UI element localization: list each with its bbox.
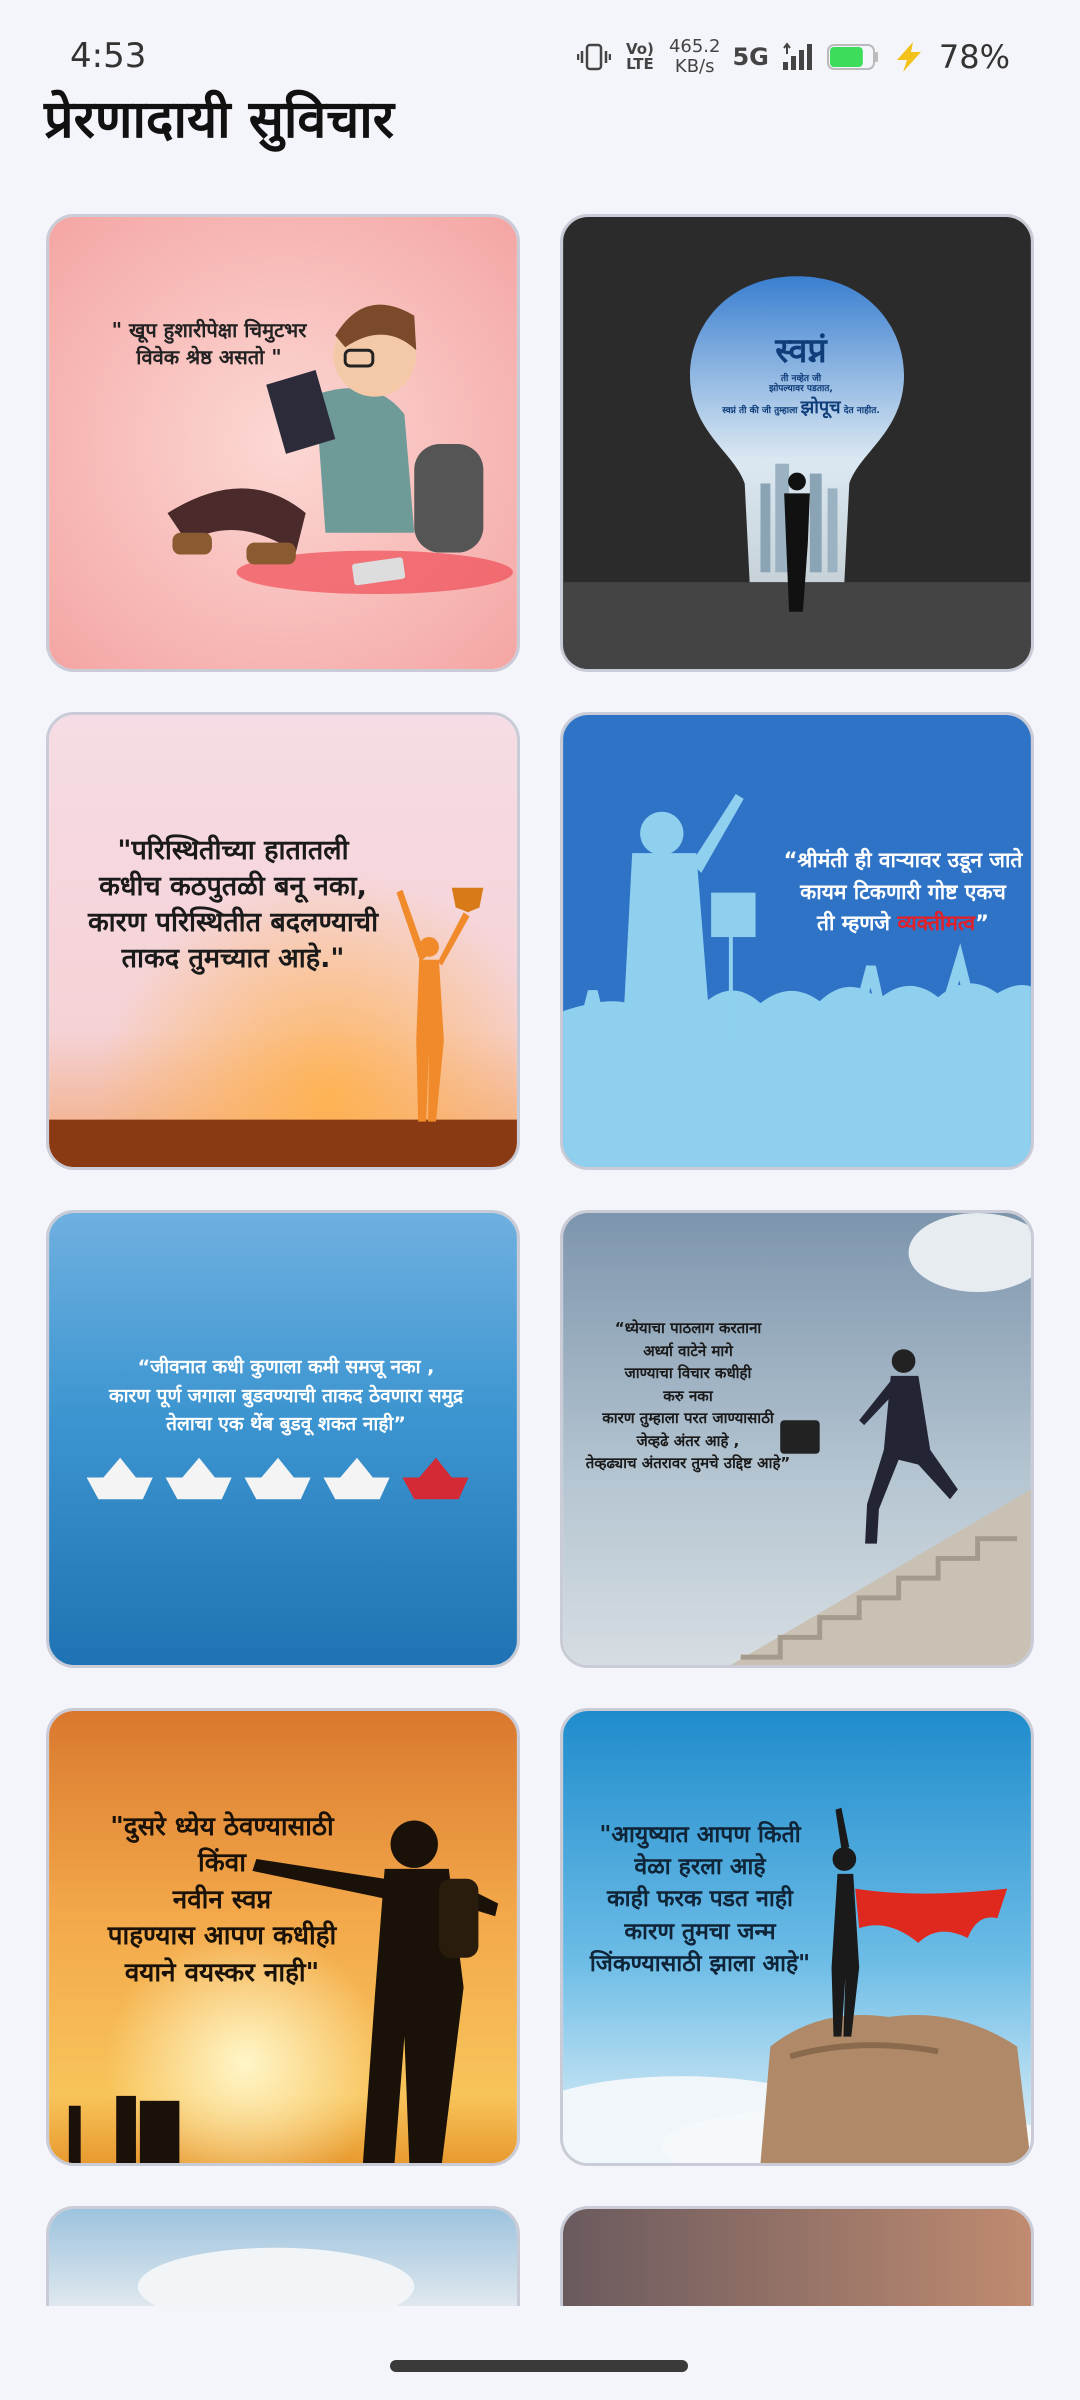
quote-card-2[interactable]: स्वप्नं ती नव्हेत जी झोपल्यावर पडतात, स्… xyxy=(560,214,1034,672)
quote-line: अर्ध्या वाटेने मागे xyxy=(643,1341,733,1360)
quote-line: वयाने वयस्कर नाही" xyxy=(124,1957,320,1988)
quote-line: कारण पूर्ण जगाला बुडवण्याची ताकद ठेवणारा… xyxy=(109,1384,463,1407)
quote-card-9[interactable] xyxy=(46,2206,520,2306)
quote-grid: " खूप हुशारीपेक्षा चिमुटभर विवेक श्रेष्ठ… xyxy=(46,214,1034,2166)
reading-boy-illustration xyxy=(49,217,517,669)
quote-line: नवीन स्वप्न xyxy=(172,1884,272,1915)
quote-line: करु नका xyxy=(663,1386,713,1405)
quote-line: ताकद तुमच्यात आहे." xyxy=(121,942,345,974)
quote-text: "आयुष्यात आपण किती वेळा हरला आहे काही फर… xyxy=(575,1819,825,1980)
quote-text: "दुसरे ध्येय ठेवण्यासाठी किंवा नवीन स्वप… xyxy=(63,1809,381,1991)
status-time: 4:53 xyxy=(70,36,147,76)
volte-icon: Vo) LTE xyxy=(625,40,654,73)
quote-line: “जीवनात कधी कुणाला कमी समजू नका , xyxy=(137,1356,435,1378)
quote-part: ” xyxy=(975,911,989,935)
quote-line: कधीच कठपुतळी बनू नका, xyxy=(99,870,367,902)
quote-line: कायम टिकणारी गोष्ट एकच xyxy=(800,879,1006,904)
quote-line: झोपल्यावर पडतात, xyxy=(769,383,833,394)
quote-card-7[interactable]: "दुसरे ध्येय ठेवण्यासाठी किंवा नवीन स्वप… xyxy=(46,1708,520,2166)
quote-line: स्वप्नं ती की जी तुम्हाला झोपूच देत नाही… xyxy=(701,395,901,420)
quote-text: " खूप हुशारीपेक्षा चिमुटभर विवेक श्रेष्ठ… xyxy=(89,317,329,371)
quote-line: "दुसरे ध्येय ठेवण्यासाठी xyxy=(110,1812,334,1842)
quote-highlight: व्यक्तीमत्व xyxy=(897,911,976,935)
quote-line: जाण्याचा विचार कधीही xyxy=(624,1364,752,1382)
quote-card-10[interactable] xyxy=(560,2206,1034,2306)
charging-icon xyxy=(896,42,921,72)
quote-text: स्वप्नं ती नव्हेत जी झोपल्यावर पडतात, स्… xyxy=(701,329,901,420)
network-speed: 465.2 KB/s xyxy=(669,37,721,77)
quote-line: “श्रीमंती ही वाऱ्यावर उडून जाते xyxy=(783,848,1023,872)
quote-line: कारण तुमचा जन्म xyxy=(624,1918,776,1945)
quote-line: पाहण्यास आपण कधीही xyxy=(107,1921,337,1952)
speed-unit: KB/s xyxy=(674,56,715,77)
quote-line: किंवा xyxy=(198,1848,246,1879)
quote-line: काही फरक पडत नाही xyxy=(607,1886,793,1913)
quote-line: " खूप हुशारीपेक्षा चिमुटभर xyxy=(111,318,307,342)
quote-text: “श्रीमंती ही वाऱ्यावर उडून जाते कायम टिक… xyxy=(763,845,1031,940)
quote-card-4[interactable]: “श्रीमंती ही वाऱ्यावर उडून जाते कायम टिक… xyxy=(560,712,1034,1170)
lightbulb-dream-illustration xyxy=(563,217,1031,669)
quote-line: कारण परिस्थितीत बदलण्याची xyxy=(87,906,379,938)
quote-emphasis: झोपूच xyxy=(800,396,841,418)
quote-line: "आयुष्यात आपण किती xyxy=(599,1822,801,1848)
battery-icon xyxy=(826,44,878,70)
quote-line: “ध्येयाचा पाठलाग करताना xyxy=(614,1319,762,1337)
quote-line: "परिस्थितीच्या हातातली xyxy=(117,835,349,866)
quote-card-3[interactable]: "परिस्थितीच्या हातातली कधीच कठपुतळी बनू … xyxy=(46,712,520,1170)
quote-text: "परिस्थितीच्या हातातली कधीच कठपुतळी बनू … xyxy=(63,833,403,977)
dusk-illustration xyxy=(563,2209,1031,2306)
quote-part: ती म्हणजे xyxy=(817,911,898,935)
speed-value: 465.2 xyxy=(668,36,721,57)
quote-line: तेव्हढ्याच अंतरावर तुमचे उद्दिष्ट आहे” xyxy=(585,1454,791,1472)
quote-line: जिंकण्यासाठी झाला आहे" xyxy=(589,1950,811,1977)
quote-text: “ध्येयाचा पाठलाग करताना अर्ध्या वाटेने म… xyxy=(563,1317,813,1475)
conductor-crowd-illustration xyxy=(563,715,1031,1167)
quote-line: वेळा हरला आहे xyxy=(634,1854,766,1881)
quote-headline: स्वप्नं xyxy=(775,331,827,371)
status-icons: Vo) LTE 465.2 KB/s 5G 78% xyxy=(576,32,1010,82)
quote-line: जेव्हढे अंतर आहे , xyxy=(636,1431,740,1450)
quote-line: ती म्हणजे व्यक्तीमत्व” xyxy=(763,908,1031,940)
page-title: प्रेरणादायी सुविचार xyxy=(44,90,395,150)
signal-icon xyxy=(782,42,812,70)
quote-card-8[interactable]: "आयुष्यात आपण किती वेळा हरला आहे काही फर… xyxy=(560,1708,1034,2166)
home-indicator[interactable] xyxy=(390,2360,688,2372)
partial-card-row xyxy=(46,2206,1034,2306)
quote-text: “जीवनात कधी कुणाला कमी समजू नका , कारण प… xyxy=(57,1353,515,1439)
quote-line: तेलाचा एक थेंब बुडवू शकत नाही” xyxy=(166,1413,406,1435)
quote-card-5[interactable]: “जीवनात कधी कुणाला कमी समजू नका , कारण प… xyxy=(46,1210,520,1668)
quote-card-1[interactable]: " खूप हुशारीपेक्षा चिमुटभर विवेक श्रेष्ठ… xyxy=(46,214,520,672)
quote-card-6[interactable]: “ध्येयाचा पाठलाग करताना अर्ध्या वाटेने म… xyxy=(560,1210,1034,1668)
quote-line: कारण तुम्हाला परत जाण्यासाठी xyxy=(602,1409,774,1427)
battery-percent: 78% xyxy=(938,38,1010,76)
network-type: 5G xyxy=(732,43,769,71)
sky-illustration xyxy=(49,2209,517,2306)
quote-part: देत नाहीत. xyxy=(843,405,880,416)
paper-boats-illustration xyxy=(49,1213,517,1665)
vibrate-icon xyxy=(576,43,611,71)
quote-line: विवेक श्रेष्ठ असतो " xyxy=(136,345,282,369)
quote-part: स्वप्नं ती की जी तुम्हाला xyxy=(722,405,798,416)
